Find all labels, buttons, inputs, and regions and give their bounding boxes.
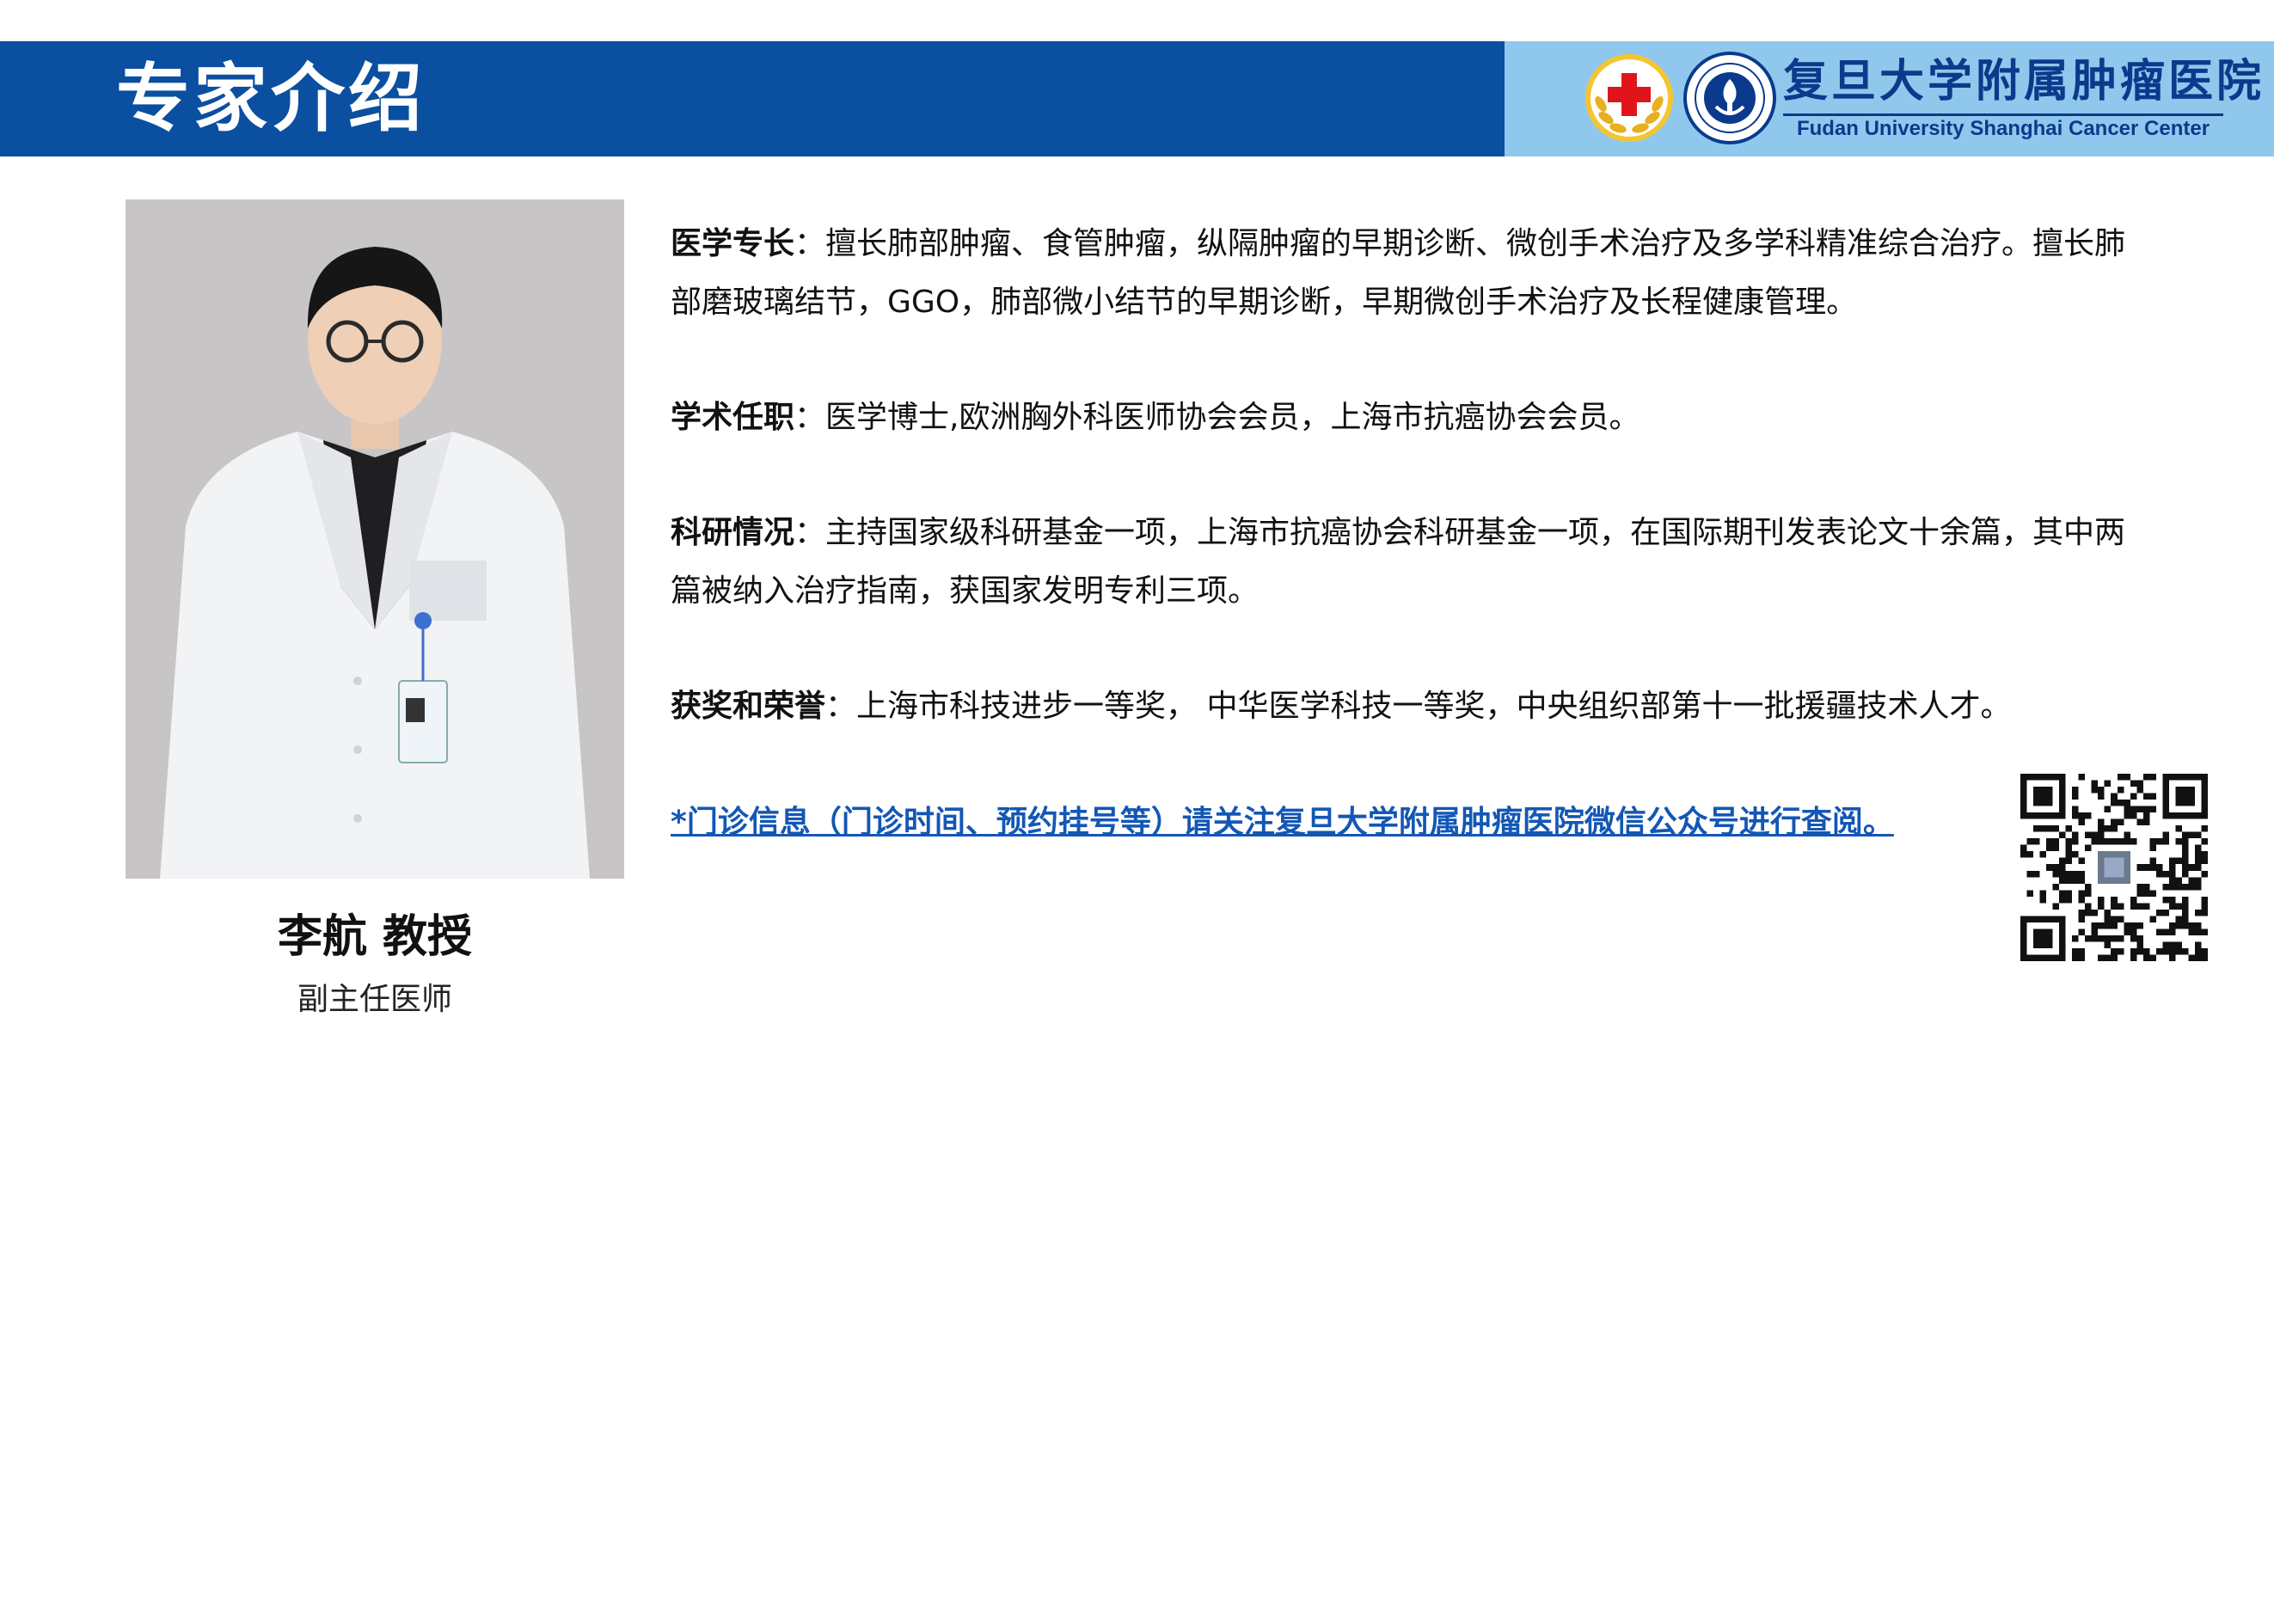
section-awards: 获奖和荣誉：上海市科技进步一等奖， 中华医学科技一等奖，中央组织部第十一批援疆技… xyxy=(671,677,2149,736)
expert-portrait-photo xyxy=(126,199,624,879)
hospital-name-chinese: 复旦大学附属肿瘤医院 xyxy=(1783,55,2265,107)
expert-position: 副主任医师 xyxy=(297,982,452,1017)
section-label: 学术任职 xyxy=(671,400,795,435)
hospital-name-english: Fudan University Shanghai Cancer Center xyxy=(1783,113,2223,142)
section-label: 医学专长 xyxy=(671,226,795,261)
expert-name: 李航 教授 xyxy=(277,911,473,963)
section-label: 获奖和荣誉 xyxy=(671,689,826,724)
header-title-band: 专家介绍 xyxy=(0,41,1505,156)
section-text: ：主持国家级科研基金一项，上海市抗癌协会科研基金一项，在国际期刊发表论文十余篇，… xyxy=(671,515,2126,609)
section-text: ：擅长肺部肿瘤、食管肿瘤，纵隔肿瘤的早期诊断、微创手术治疗及多学科精准综合治疗。… xyxy=(671,226,2126,320)
section-research: 科研情况：主持国家级科研基金一项，上海市抗癌协会科研基金一项，在国际期刊发表论文… xyxy=(671,504,2149,621)
red-cross-emblem-icon xyxy=(1585,54,1673,142)
section-label: 科研情况 xyxy=(671,515,795,550)
expert-profile-content: 医学专长：擅长肺部肿瘤、食管肿瘤，纵隔肿瘤的早期诊断、微创手术治疗及多学科精准综… xyxy=(671,215,2149,793)
section-text: ：上海市科技进步一等奖， 中华医学科技一等奖，中央组织部第十一批援疆技术人才。 xyxy=(825,689,2012,724)
section-text: ：医学博士,欧洲胸外科医师协会会员，上海市抗癌协会会员。 xyxy=(794,400,1640,435)
outpatient-info-link[interactable]: *门诊信息（门诊时间、预约挂号等）请关注复旦大学附属肿瘤医院微信公众号进行查阅。 xyxy=(671,793,1894,853)
page-header: 专家介绍 复旦大学附属肿瘤医院 Fudan University Shangha… xyxy=(0,41,2274,156)
page-title: 专家介绍 xyxy=(116,56,426,142)
hospital-emblem-icon xyxy=(1683,52,1776,144)
section-medical-expertise: 医学专长：擅长肺部肿瘤、食管肿瘤，纵隔肿瘤的早期诊断、微创手术治疗及多学科精准综… xyxy=(671,215,2149,332)
wechat-qr-code-icon xyxy=(2020,774,2208,961)
section-academic-positions: 学术任职：医学博士,欧洲胸外科医师协会会员，上海市抗癌协会会员。 xyxy=(671,389,2149,447)
